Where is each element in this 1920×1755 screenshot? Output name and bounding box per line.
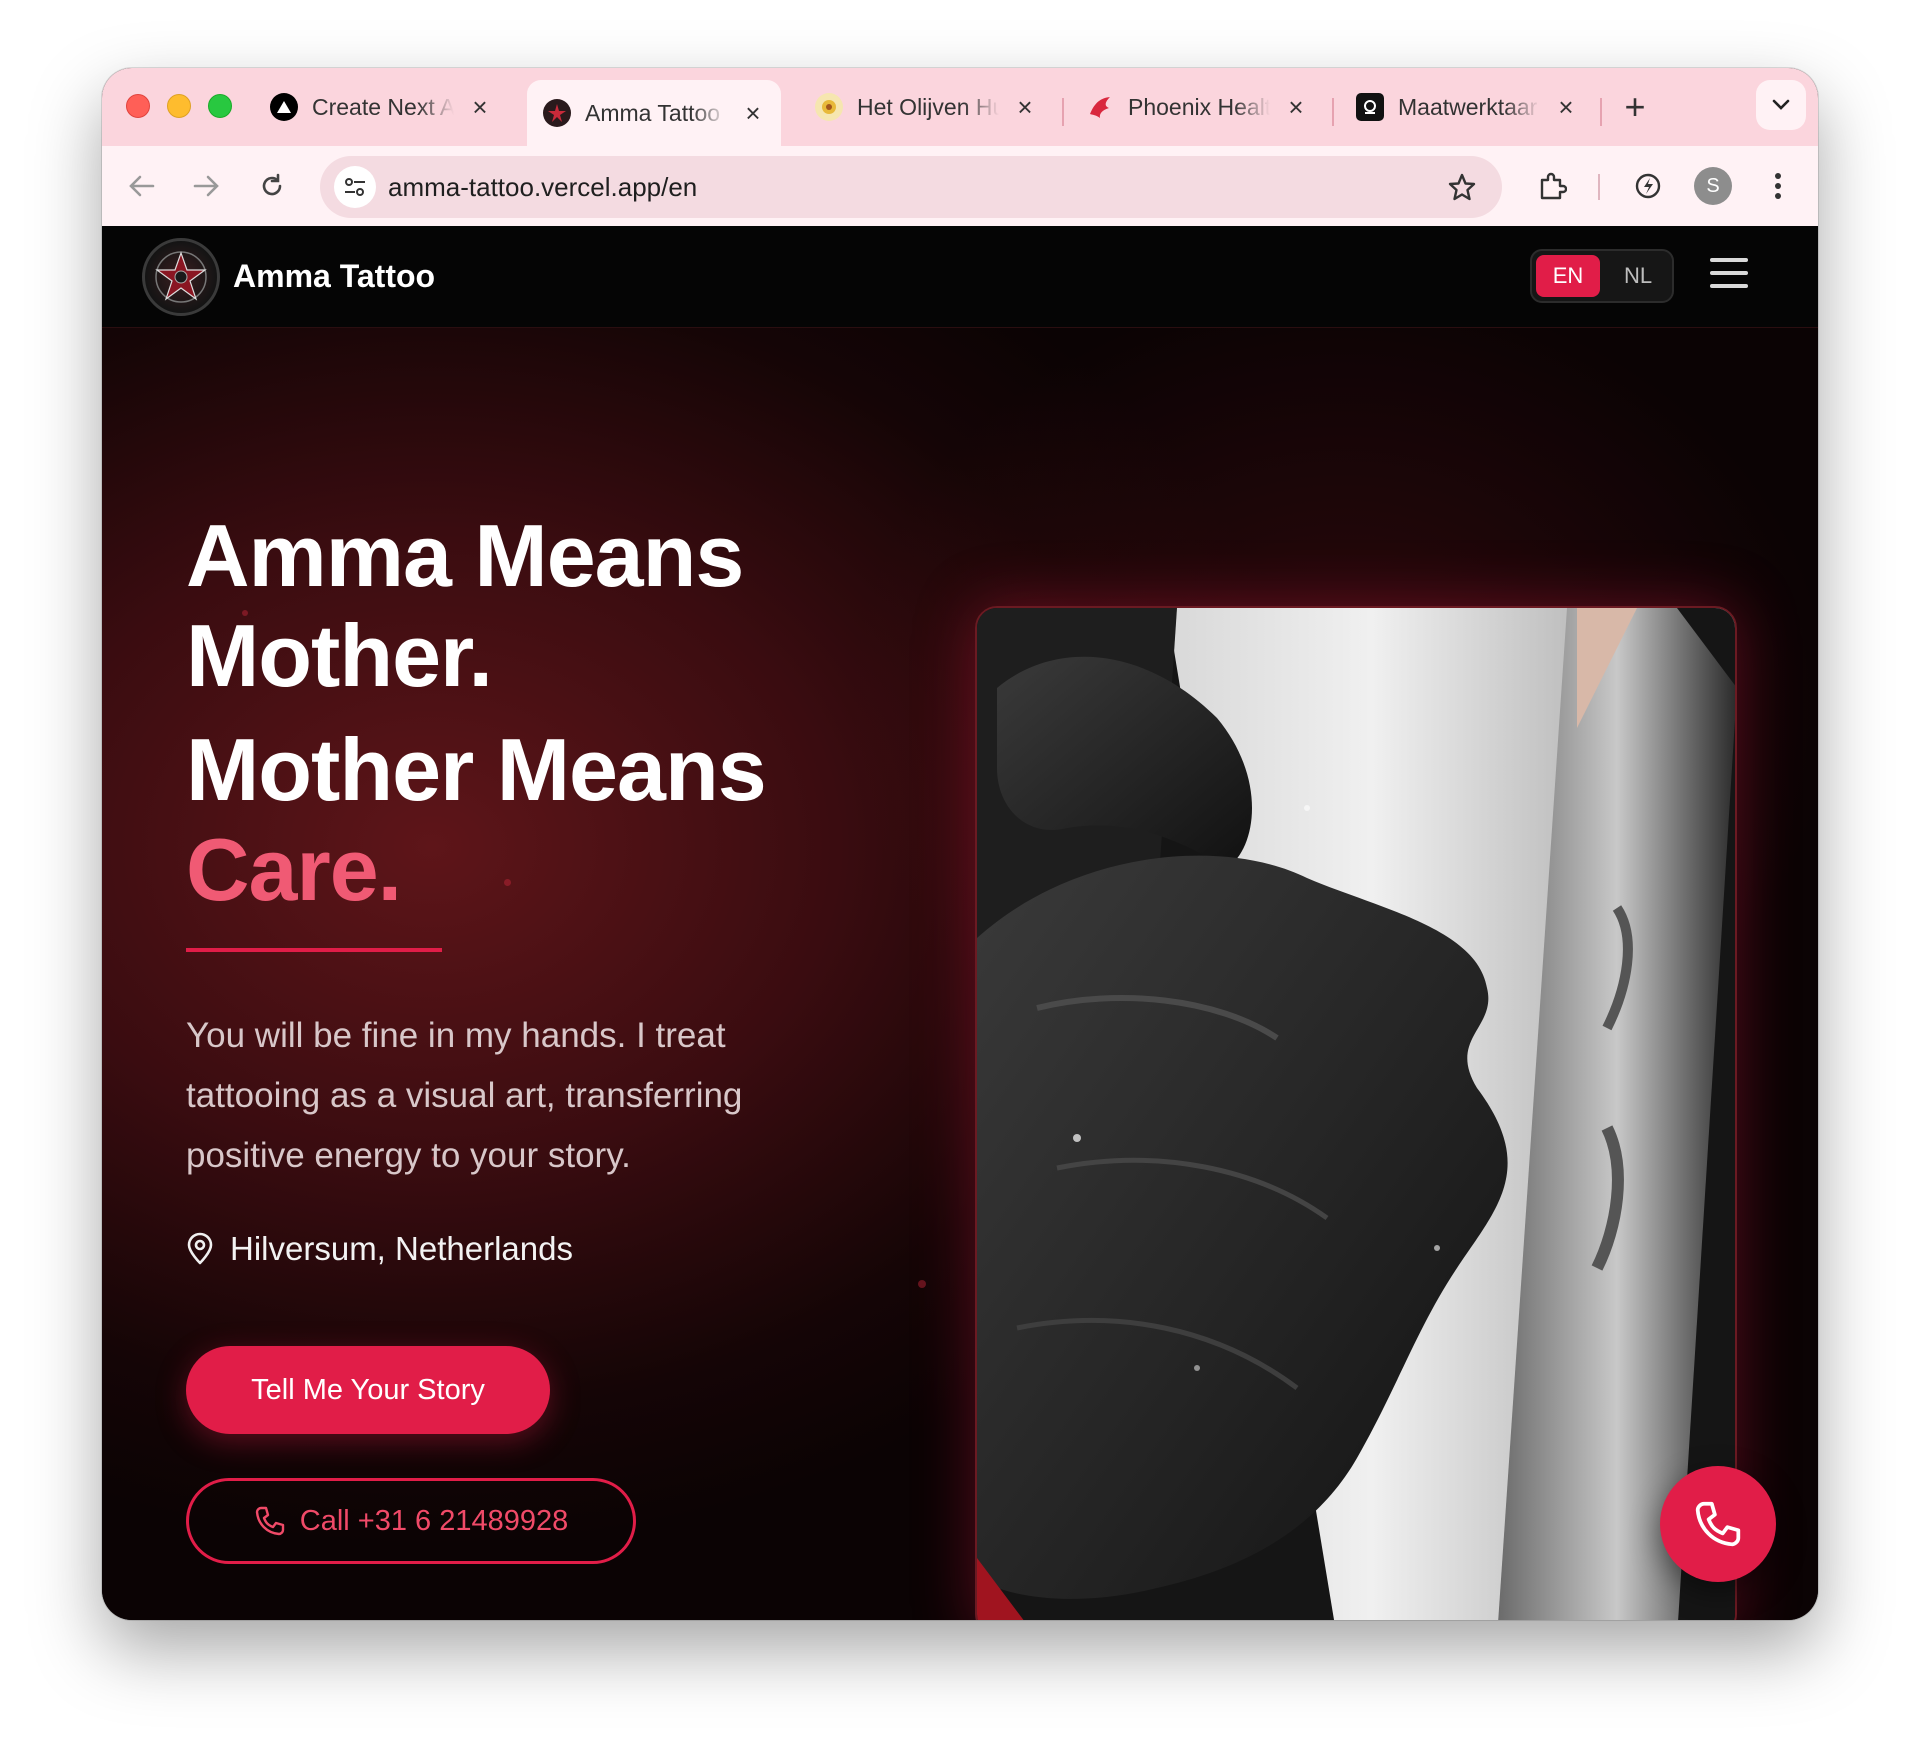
- menu-icon[interactable]: [1710, 258, 1748, 292]
- close-tab-icon[interactable]: ×: [1554, 92, 1578, 123]
- kebab-menu-icon: [1775, 173, 1781, 199]
- location-text: Hilversum, Netherlands: [230, 1230, 573, 1267]
- site-header: Amma Tattoo EN NL: [102, 226, 1818, 328]
- browser-window: Create Next A × Amma Tattoo × Het Olijve…: [102, 68, 1818, 1620]
- reload-button[interactable]: [250, 164, 294, 208]
- amma-logo-icon: [543, 99, 571, 127]
- phone-icon: [255, 1506, 284, 1536]
- new-tab-button[interactable]: +: [1615, 86, 1655, 128]
- triangle-logo-icon: [270, 93, 298, 121]
- tab-phoenix-health[interactable]: Phoenix Healt ×: [1070, 78, 1324, 136]
- hero-heading-line: Amma Means: [186, 506, 744, 605]
- close-window-button[interactable]: [126, 94, 150, 118]
- profile-avatar[interactable]: S: [1694, 167, 1732, 205]
- tab-title: Maatwerktaar: [1398, 93, 1538, 120]
- language-en-button[interactable]: EN: [1536, 255, 1600, 297]
- bookmark-star-icon[interactable]: [1444, 169, 1480, 205]
- hero-heading-line: Mother.: [186, 606, 493, 705]
- tab-strip: Create Next A × Amma Tattoo × Het Olijve…: [102, 68, 1818, 146]
- address-bar[interactable]: amma-tattoo.vercel.app/en: [320, 156, 1502, 218]
- hero-tattoo-photo: [975, 606, 1737, 1620]
- close-tab-icon[interactable]: ×: [468, 92, 492, 123]
- tab-title: Phoenix Healt: [1128, 93, 1270, 120]
- lightning-circle-icon: [1635, 173, 1661, 199]
- phoenix-logo-icon: [1086, 93, 1114, 121]
- puzzle-icon: [1540, 172, 1567, 200]
- arrow-right-icon: [193, 175, 219, 197]
- reload-icon: [262, 173, 282, 196]
- forward-button[interactable]: [184, 164, 228, 208]
- tab-separator: [1600, 98, 1602, 126]
- close-tab-icon[interactable]: ×: [741, 98, 765, 129]
- url-text: amma-tattoo.vercel.app/en: [388, 172, 698, 202]
- back-button[interactable]: [120, 164, 164, 208]
- tab-amma-tattoo[interactable]: Amma Tattoo ×: [527, 80, 781, 146]
- browser-toolbar: amma-tattoo.vercel.app/en S: [102, 146, 1818, 226]
- hero-divider: [186, 948, 442, 952]
- language-switcher: EN NL: [1530, 249, 1674, 303]
- tab-title: Create Next A: [312, 93, 454, 120]
- tab-title: Het Olijven Hu: [857, 93, 999, 120]
- page-viewport: Amma Tattoo EN NL Amma Means Mother. Mot…: [102, 226, 1818, 1620]
- language-nl-button[interactable]: NL: [1606, 255, 1670, 297]
- chevron-down-icon: [1772, 99, 1790, 110]
- tab-maatwerktaart[interactable]: Maatwerktaar ×: [1340, 78, 1594, 136]
- tab-separator: [1332, 98, 1334, 126]
- tab-separator: [1062, 98, 1064, 126]
- decorative-dot: [918, 1280, 926, 1288]
- performance-button[interactable]: [1626, 164, 1670, 208]
- star-emblem-icon: [155, 251, 207, 303]
- floating-call-button[interactable]: [1660, 1466, 1776, 1582]
- call-button-label: Call +31 6 21489928: [299, 1504, 569, 1537]
- browser-menu-button[interactable]: [1756, 164, 1800, 208]
- tab-search-button[interactable]: [1756, 80, 1806, 130]
- phone-icon: [1695, 1501, 1741, 1547]
- site-logo[interactable]: [142, 238, 220, 316]
- close-tab-icon[interactable]: ×: [1013, 92, 1037, 123]
- tab-title: Amma Tattoo: [585, 99, 721, 126]
- extensions-button[interactable]: [1530, 164, 1574, 208]
- olive-logo-icon: [815, 93, 843, 121]
- maatwerk-logo-icon: [1356, 93, 1384, 121]
- minimize-window-button[interactable]: [167, 94, 191, 118]
- maximize-window-button[interactable]: [208, 94, 232, 118]
- hero-heading: Amma Means Mother. Mother Means Care.: [186, 506, 767, 920]
- tab-create-next-app[interactable]: Create Next A ×: [254, 78, 508, 136]
- site-info-icon[interactable]: [334, 166, 376, 208]
- close-tab-icon[interactable]: ×: [1284, 92, 1308, 123]
- toolbar-separator: [1598, 174, 1600, 200]
- arrow-left-icon: [129, 175, 155, 197]
- site-brand[interactable]: Amma Tattoo: [233, 258, 435, 295]
- hero-heading-accent: Care.: [186, 820, 402, 919]
- hero-description: You will be fine in my hands. I treat ta…: [186, 1016, 743, 1175]
- call-button[interactable]: Call +31 6 21489928: [186, 1478, 636, 1564]
- tattoo-process-image: [977, 608, 1735, 1620]
- location: Hilversum, Netherlands: [186, 1229, 573, 1269]
- map-pin-icon: [187, 1232, 213, 1265]
- tell-me-your-story-button[interactable]: Tell Me Your Story: [186, 1346, 550, 1434]
- tab-het-olijven-huis[interactable]: Het Olijven Hu ×: [799, 78, 1053, 136]
- hero-heading-line: Mother Means: [186, 720, 767, 819]
